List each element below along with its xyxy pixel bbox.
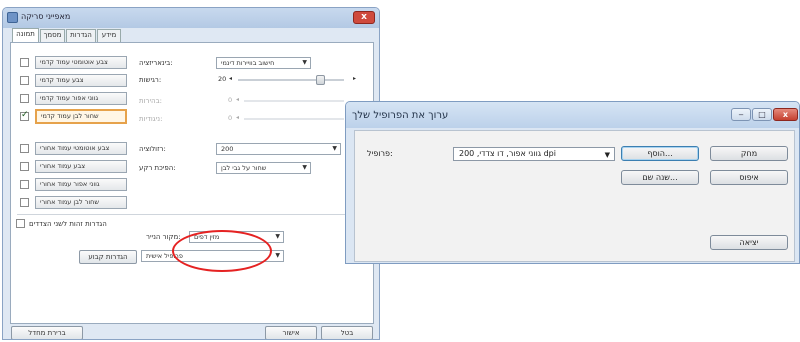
merge-checkbox[interactable]: [16, 219, 25, 228]
edit-profile-dialog: ערוך את הפרופיל שלך ‒ □ x פרופיל: גווני …: [345, 101, 800, 264]
dialog-title: ערוך את הפרופיל שלך: [352, 110, 449, 121]
app-icon: [7, 12, 18, 23]
tab-settings[interactable]: הגדרות: [66, 29, 96, 42]
binarization-label: בינאריזציה:: [139, 59, 173, 67]
resolution-label: רזולוציה:: [139, 145, 166, 153]
invert-select[interactable]: שחור על גבי לבן ▼: [216, 162, 311, 174]
ok-button[interactable]: אישור: [265, 326, 317, 339]
delete-profile-button[interactable]: מחק: [710, 146, 788, 161]
dialog-title-bar: ערוך את הפרופיל שלך ‒ □ x: [346, 102, 799, 128]
chevron-down-icon: ▼: [275, 252, 280, 259]
left-arrow-icon[interactable]: ◂: [236, 96, 239, 103]
contrast-value: 0: [228, 114, 233, 122]
window-title: מאפייני סריקה: [21, 12, 71, 21]
image-type-checkbox[interactable]: [20, 76, 29, 85]
threshold-label: רגישות:: [139, 76, 162, 84]
image-type-checkbox[interactable]: [20, 144, 29, 153]
slider-track: [244, 118, 344, 120]
image-type-checkbox[interactable]: [20, 198, 29, 207]
add-profile-button[interactable]: הוסף...: [621, 146, 699, 161]
footer: ברירת מחדל אישור בטל: [3, 326, 379, 339]
left-arrow-icon[interactable]: ◂: [236, 114, 239, 121]
invert-value: שחור על גבי לבן: [221, 164, 267, 172]
image-type-button[interactable]: גווני אפור עמוד אחורי: [35, 178, 127, 191]
paper-source-label: מקור הנייר:: [146, 233, 181, 241]
right-arrow-icon[interactable]: ▸: [353, 75, 356, 82]
exit-button[interactable]: יציאה: [710, 235, 788, 250]
dialog-body: פרופיל: גווני אפור, דו צדדי, 200 dpi ▼ הו…: [354, 130, 795, 262]
brightness-label: בהירות:: [139, 97, 163, 105]
brightness-slider[interactable]: 0 ◂: [216, 95, 356, 107]
image-type-checkbox[interactable]: [20, 58, 29, 67]
dialog-profile-value: גווני אפור, דו צדדי, 200 dpi: [459, 149, 556, 158]
maximize-button[interactable]: □: [752, 108, 772, 121]
contrast-slider[interactable]: 0 ◂: [216, 113, 356, 125]
left-arrow-icon[interactable]: ◂: [229, 75, 232, 82]
scan-properties-window: מאפייני סריקה x תמונה מסמך הגדרות מידע צ…: [2, 7, 380, 340]
cancel-button[interactable]: בטל: [321, 326, 373, 339]
chevron-down-icon: ▼: [332, 145, 337, 152]
image-type-button-selected[interactable]: שחור לבן עמוד קדמי: [35, 109, 127, 124]
tab-info[interactable]: מידע: [97, 29, 121, 42]
chevron-down-icon: ▼: [302, 164, 307, 171]
slider-thumb[interactable]: [316, 75, 325, 85]
image-type-button[interactable]: צבע עמוד קדמי: [35, 74, 127, 87]
tab-image[interactable]: תמונה: [12, 28, 39, 42]
image-tab-panel: צבע אוטומטי עמוד קדמי צבע עמוד קדמי גוונ…: [10, 42, 374, 324]
image-type-button[interactable]: שחור לבן עמוד אחורי: [35, 196, 127, 209]
threshold-slider[interactable]: 20 ◂ ▸: [216, 74, 356, 86]
slider-track: [238, 79, 344, 81]
dialog-profile-select[interactable]: גווני אפור, דו צדדי, 200 dpi ▼: [453, 147, 615, 161]
image-type-checkbox[interactable]: [20, 162, 29, 171]
highlight-ellipse: [172, 230, 272, 272]
reset-profile-button[interactable]: איפוס: [710, 170, 788, 185]
binarization-value: חישוב בוויירות דינמי: [221, 59, 275, 67]
tab-document[interactable]: מסמך: [40, 29, 65, 42]
image-type-button[interactable]: גווני אפור עמוד קדמי: [35, 92, 127, 105]
resolution-value: 200: [221, 145, 234, 153]
binarization-select[interactable]: חישוב בוויירות דינמי ▼: [216, 57, 311, 69]
defaults-button[interactable]: ברירת מחדל: [11, 326, 83, 339]
resolution-select[interactable]: 200 ▼: [216, 143, 341, 155]
minimize-button[interactable]: ‒: [731, 108, 751, 121]
chevron-down-icon: ▼: [604, 151, 610, 159]
contrast-label: ניגודיות:: [139, 115, 163, 123]
threshold-value: 20: [218, 75, 227, 83]
image-type-button[interactable]: צבע אוטומטי עמוד אחורי: [35, 142, 127, 155]
merge-label: הגדרות זהות לשני הצדדים: [29, 220, 107, 228]
title-bar: מאפייני סריקה x: [3, 8, 379, 28]
profile-label: פרופיל:: [367, 149, 393, 158]
image-type-button[interactable]: צבע עמוד אחורי: [35, 160, 127, 173]
invert-label: הפיכת רקע:: [139, 164, 176, 172]
divider: [17, 214, 369, 215]
chevron-down-icon: ▼: [275, 233, 280, 240]
image-type-checkbox[interactable]: [20, 110, 29, 121]
close-button[interactable]: x: [353, 11, 375, 24]
image-type-button[interactable]: צבע אוטומטי עמוד קדמי: [35, 56, 127, 69]
rename-profile-button[interactable]: שנה שם...: [621, 170, 699, 185]
custom-settings-button[interactable]: הגדרות קבוע: [79, 250, 137, 264]
image-type-checkbox[interactable]: [20, 94, 29, 103]
image-type-checkbox[interactable]: [20, 180, 29, 189]
slider-track: [244, 100, 344, 102]
dialog-close-button[interactable]: x: [773, 108, 798, 121]
chevron-down-icon: ▼: [302, 59, 307, 66]
brightness-value: 0: [228, 96, 233, 104]
